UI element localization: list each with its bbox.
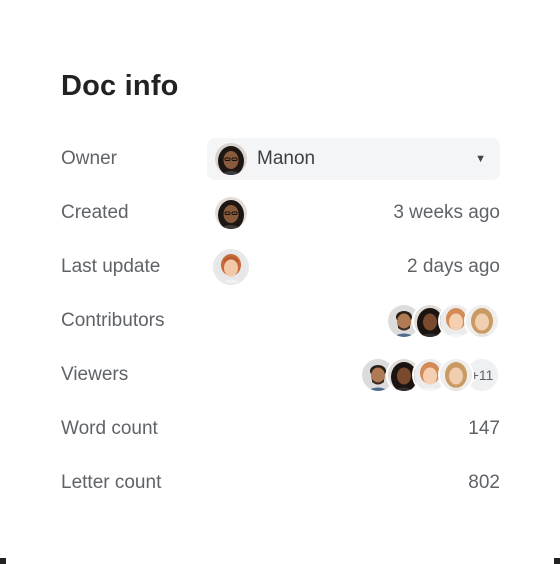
viewers-label: Viewers: [61, 364, 129, 385]
last-update-value: 2 days ago: [207, 246, 500, 288]
owner-name: Manon: [257, 148, 316, 169]
updater-avatar[interactable]: [213, 249, 249, 285]
created-value: 3 weeks ago: [207, 192, 500, 234]
last-update-label: Last update: [61, 256, 161, 277]
word-count-label: Word count: [61, 418, 158, 439]
owner-avatar: [215, 143, 247, 175]
viewers-avatar-stack[interactable]: +11: [360, 357, 500, 393]
caret-down-icon: ▼: [475, 153, 486, 165]
created-row: Created 3 weeks ago: [61, 192, 500, 234]
contributor-avatar[interactable]: [464, 303, 500, 339]
last-update-time: 2 days ago: [407, 256, 500, 277]
owner-row: Owner Manon ▼: [61, 138, 500, 180]
panel-title: Doc info: [61, 70, 179, 102]
letter-count-value: 802: [468, 472, 500, 493]
viewer-avatar[interactable]: [438, 357, 474, 393]
owner-value: Manon ▼: [207, 138, 500, 180]
viewers-row: Viewers +11: [61, 354, 500, 396]
corner-mark: [554, 558, 560, 564]
corner-mark: [0, 558, 6, 564]
owner-label: Owner: [61, 148, 117, 169]
doc-info-panel: Doc info Owner Manon ▼ Created 3 weeks a…: [0, 0, 560, 564]
contributors-row: Contributors: [61, 300, 500, 342]
contributors-label: Contributors: [61, 310, 165, 331]
last-update-row: Last update 2 days ago: [61, 246, 500, 288]
contributors-value: [207, 300, 500, 342]
word-count-value-wrap: 147: [207, 408, 500, 450]
owner-select[interactable]: Manon ▼: [207, 138, 500, 180]
letter-count-row: Letter count 802: [61, 462, 500, 504]
contributors-avatar-stack[interactable]: [386, 303, 500, 339]
word-count-value: 147: [468, 418, 500, 439]
letter-count-label: Letter count: [61, 472, 162, 493]
viewers-value: +11: [207, 354, 500, 396]
word-count-row: Word count 147: [61, 408, 500, 450]
letter-count-value-wrap: 802: [207, 462, 500, 504]
created-label: Created: [61, 202, 129, 223]
creator-avatar[interactable]: [213, 195, 249, 231]
created-time: 3 weeks ago: [393, 202, 500, 223]
